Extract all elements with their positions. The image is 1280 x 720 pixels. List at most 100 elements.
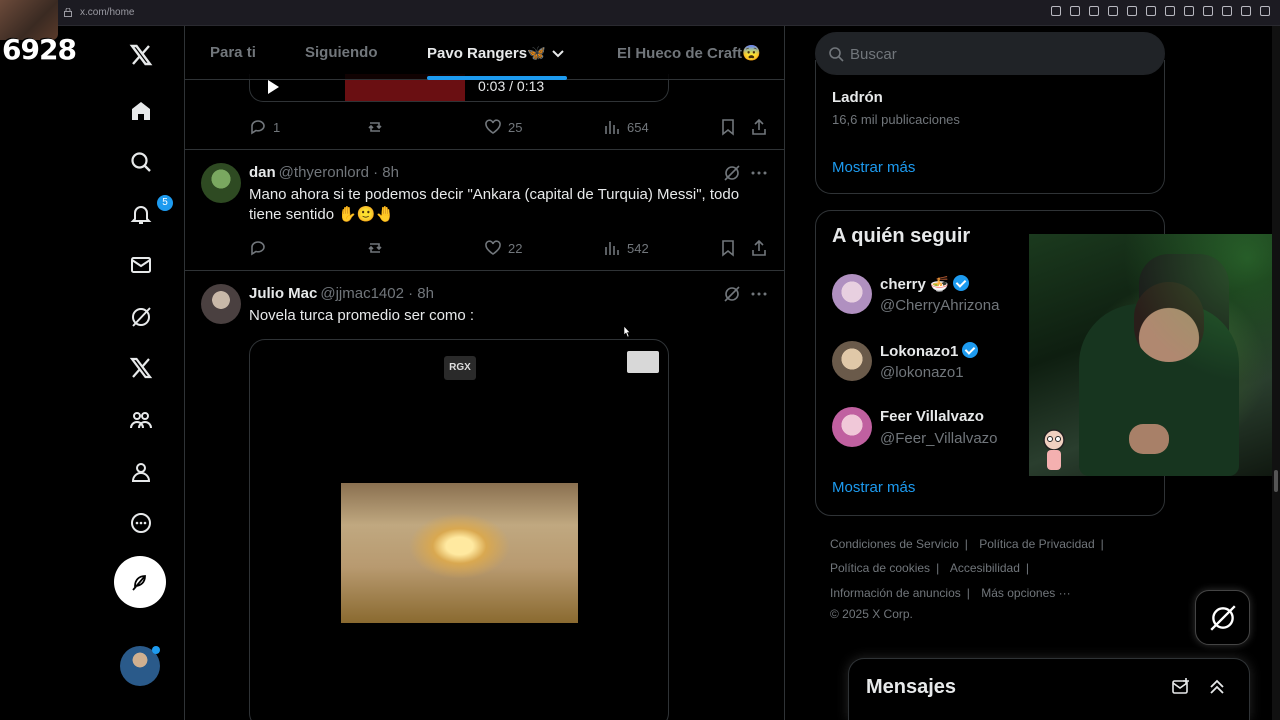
play-icon[interactable] <box>1146 6 1156 16</box>
screen: x.com/home 6928 5 Para ti Siguiendo Pavo… <box>0 0 1280 720</box>
new-message-icon[interactable] <box>1171 677 1191 697</box>
account-handle[interactable]: @Feer_Villalvazo <box>880 430 998 447</box>
footer-link-accessibility[interactable]: Accesibilidad <box>950 561 1020 575</box>
repost-button[interactable] <box>366 118 384 136</box>
browser-toolbar: x.com/home <box>0 0 1280 26</box>
author-handle[interactable]: @jjmac1402 · 8h <box>320 285 434 302</box>
profile-icon[interactable] <box>1241 6 1251 16</box>
avatar[interactable] <box>832 407 872 447</box>
like-button[interactable]: 22 <box>484 239 522 257</box>
browser-extension-icons <box>1051 6 1270 16</box>
footer-row: Información de anuncios | Más opciones ··… <box>830 586 1071 600</box>
author-name[interactable]: Julio Mac <box>249 285 317 302</box>
download-icon[interactable] <box>1222 6 1232 16</box>
views-button[interactable]: 654 <box>603 118 649 136</box>
divider <box>185 270 784 271</box>
menu-icon[interactable] <box>1260 6 1270 16</box>
timeline-tabs: Para ti Siguiendo Pavo Rangers🦋 El Hueco… <box>185 26 784 80</box>
who-to-follow-show-more-link[interactable]: Mostrar más <box>832 479 915 496</box>
account-name[interactable]: Feer Villalvazo <box>880 408 984 425</box>
pin-icon[interactable] <box>1070 6 1080 16</box>
messages-envelope-icon[interactable] <box>126 250 156 280</box>
account-avatar[interactable] <box>120 646 160 686</box>
grok-icon[interactable] <box>723 285 741 303</box>
footer-link-cookies[interactable]: Política de cookies <box>830 561 930 575</box>
media-watermark: RGX <box>444 356 476 380</box>
account-name[interactable]: Lokonazo1 <box>880 342 979 360</box>
account-handle[interactable]: @CherryAhrizona <box>880 297 999 314</box>
tab-siguiendo[interactable]: Siguiendo <box>305 44 378 61</box>
url-bar[interactable]: x.com/home <box>80 7 134 18</box>
footer-link-terms[interactable]: Condiciones de Servicio <box>830 537 959 551</box>
share-icon <box>752 239 766 256</box>
more-options-icon[interactable] <box>126 508 156 538</box>
zoom-icon[interactable] <box>1051 6 1061 16</box>
video-timestamp: 0:03 / 0:13 <box>478 78 545 94</box>
footer-row: Condiciones de Servicio | Política de Pri… <box>830 537 1104 551</box>
reply-icon <box>251 120 265 135</box>
download-button[interactable] <box>627 351 659 373</box>
tweet-video-media[interactable]: RGX <box>249 339 669 720</box>
like-button[interactable]: 25 <box>484 118 522 136</box>
grok-icon[interactable] <box>126 302 156 332</box>
bookmark-button[interactable] <box>719 239 737 257</box>
footer-link-ads-info[interactable]: Información de anuncios <box>830 586 961 600</box>
tweet-header: Julio Mac @jjmac1402 · 8h <box>249 285 434 302</box>
post-actions: 1 25 654 <box>249 118 769 142</box>
messages-drawer[interactable]: Mensajes <box>848 658 1250 720</box>
footer-link-privacy[interactable]: Política de Privacidad <box>979 537 1094 551</box>
heart-icon[interactable] <box>1165 6 1175 16</box>
bookmark-button[interactable] <box>719 118 737 136</box>
share-button[interactable] <box>750 118 768 136</box>
notifications-bell-icon[interactable]: 5 <box>126 195 173 229</box>
avatar[interactable] <box>832 274 872 314</box>
grok-floating-button[interactable] <box>1195 590 1250 645</box>
scrollbar-thumb[interactable] <box>1274 470 1278 492</box>
share-button[interactable] <box>750 239 768 257</box>
views-chart-icon <box>605 121 619 134</box>
verified-badge-icon <box>952 275 969 291</box>
x-logo-icon[interactable] <box>126 40 156 70</box>
avatar[interactable] <box>201 284 241 324</box>
account-handle[interactable]: @lokonazo1 <box>880 364 964 381</box>
author-handle[interactable]: @thyeronlord · 8h <box>279 164 399 181</box>
tweet-text: Mano ahora si te podemos decir "Ankara (… <box>249 186 740 223</box>
tab-icon[interactable] <box>1089 6 1099 16</box>
chevron-down-icon[interactable] <box>551 47 565 61</box>
sync-icon[interactable] <box>1203 6 1213 16</box>
communities-icon[interactable] <box>126 405 156 435</box>
tab-para-ti[interactable]: Para ti <box>210 44 256 61</box>
grok-icon[interactable] <box>723 164 741 182</box>
more-options-icon[interactable] <box>750 285 768 303</box>
avatar[interactable] <box>201 163 241 203</box>
profile-icon[interactable] <box>126 457 156 487</box>
puzzle-icon[interactable] <box>1184 6 1194 16</box>
trend-name[interactable]: Ladrón <box>832 89 883 106</box>
tab-pavo-rangers[interactable]: Pavo Rangers🦋 <box>427 44 546 62</box>
shield-icon[interactable] <box>1108 6 1118 16</box>
trends-card: Ladrón 16,6 mil publicaciones Mostrar má… <box>815 60 1165 194</box>
trends-show-more-link[interactable]: Mostrar más <box>832 159 915 176</box>
home-icon[interactable] <box>126 96 156 126</box>
avatar[interactable] <box>832 341 872 381</box>
views-button[interactable]: 542 <box>603 239 649 257</box>
tab-el-hueco-de-craft[interactable]: El Hueco de Craft😨 <box>617 44 761 62</box>
compose-post-button[interactable] <box>114 556 166 608</box>
author-name[interactable]: dan <box>249 164 276 181</box>
chevron-up-double-icon[interactable] <box>1207 677 1227 697</box>
account-name[interactable]: cherry 🍜 <box>880 275 969 293</box>
heart-icon <box>485 240 501 255</box>
play-icon[interactable] <box>268 80 279 94</box>
x-premium-icon[interactable] <box>126 353 156 383</box>
more-options-icon[interactable] <box>750 164 768 182</box>
reply-button[interactable]: 1 <box>249 118 280 136</box>
scrollbar[interactable] <box>1272 26 1280 720</box>
reply-button[interactable] <box>249 239 267 257</box>
extension-icon[interactable] <box>1127 6 1137 16</box>
search-icon[interactable] <box>126 147 156 177</box>
tweet-header: dan @thyeronlord · 8h <box>249 164 399 181</box>
footer-copyright: © 2025 X Corp. <box>830 607 913 621</box>
reply-icon <box>251 241 265 256</box>
footer-link-more-options[interactable]: Más opciones ··· <box>981 586 1070 600</box>
repost-button[interactable] <box>366 239 384 257</box>
